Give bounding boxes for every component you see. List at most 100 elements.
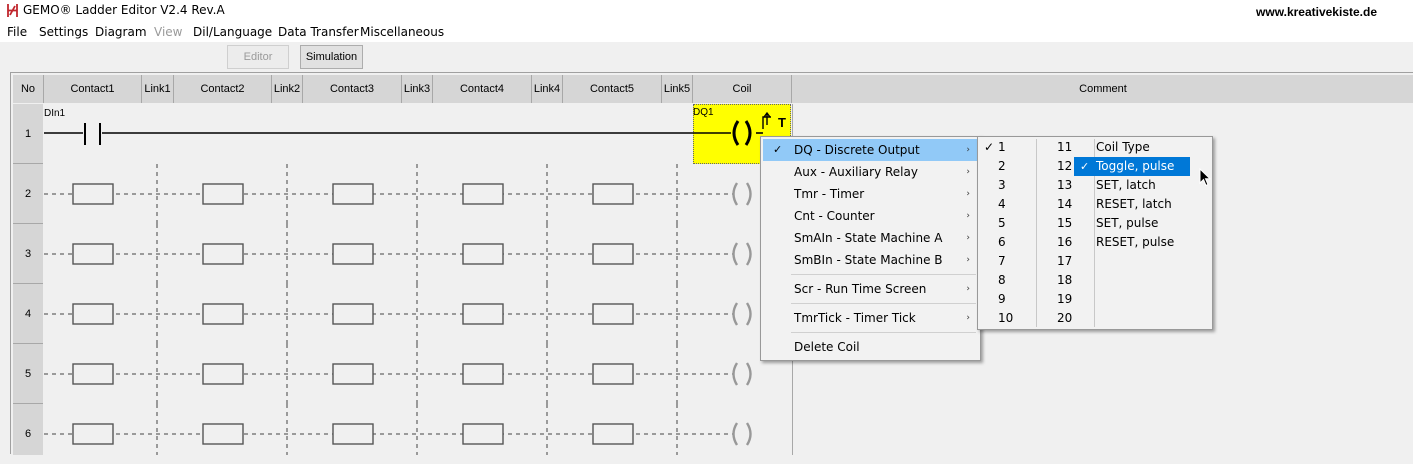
number-item-8[interactable]: 8 [998,271,1006,290]
empty-contact-slot [332,243,374,265]
menu-settings[interactable]: Settings [39,25,88,39]
number-item-19[interactable]: 19 [1057,290,1072,309]
menu-item-timer-tick[interactable]: TmrTick - Timer Tick › [763,307,978,329]
empty-contact-slot [202,183,244,205]
number-item-6[interactable]: 6 [998,233,1006,252]
window-title: GEMO® Ladder Editor V2.4 Rev.A [23,3,225,17]
number-item-13[interactable]: 13 [1057,176,1072,195]
number-item-20[interactable]: 20 [1057,309,1072,328]
chevron-right-icon: › [966,313,970,323]
number-item-17[interactable]: 17 [1057,252,1072,271]
number-item-4[interactable]: 4 [998,195,1006,214]
header-comment: Comment [792,75,1413,103]
menu-file[interactable]: File [7,25,27,39]
ladder-rungs: T [44,111,786,455]
number-item-11[interactable]: 11 [1057,138,1072,157]
empty-contact-slot [462,303,504,325]
coil-submenu: ✓ 1 2 3 4 5 6 7 8 9 10 11 12 13 14 15 16 17 18 19 20 Coil T… [977,136,1213,330]
menu-separator [791,332,976,333]
menu-separator [791,274,976,275]
chevron-right-icon: › [966,284,970,294]
number-item-16[interactable]: 16 [1057,233,1072,252]
empty-contact-slot [592,243,634,265]
empty-contact-slot [592,363,634,385]
menu-separator [791,303,976,304]
coil-type-set-latch[interactable]: SET, latch [1096,176,1156,195]
empty-coil-left [732,242,739,266]
mouse-cursor-icon [1199,168,1211,187]
empty-contact-slot [202,423,244,445]
empty-coil-right [745,302,752,326]
number-item-10[interactable]: 10 [998,309,1013,328]
menu-item-delete-coil[interactable]: Delete Coil [763,336,978,358]
chevron-right-icon: › [966,145,970,155]
menu-item-timer[interactable]: Tmr - Timer › [763,183,978,205]
menu-miscellaneous[interactable]: Miscellaneous [360,25,444,39]
number-item-12[interactable]: 12 [1057,157,1072,176]
number-item-9[interactable]: 9 [998,290,1006,309]
empty-contact-slot [202,363,244,385]
empty-contact-slot [72,243,114,265]
empty-contact-slot [592,423,634,445]
title-bar: GEMO® Ladder Editor V2.4 Rev.A www.kreat… [0,0,1413,22]
number-item-1[interactable]: 1 [998,138,1006,157]
empty-contact-slot [592,183,634,205]
menu-item-state-machine-b[interactable]: SmBIn - State Machine B › [763,249,978,271]
empty-contact-slot [462,243,504,265]
menu-item-state-machine-a[interactable]: SmAIn - State Machine A › [763,227,978,249]
number-item-7[interactable]: 7 [998,252,1006,271]
menu-diagram[interactable]: Diagram [95,25,147,39]
check-icon: ✓ [1080,160,1090,173]
number-item-5[interactable]: 5 [998,214,1006,233]
simulation-button[interactable]: Simulation [300,45,363,69]
chevron-right-icon: › [966,233,970,243]
column-separator [1036,139,1037,327]
editor-button[interactable]: Editor [227,45,289,69]
menu-item-auxiliary-relay[interactable]: Aux - Auxiliary Relay › [763,161,978,183]
empty-coil-right [745,182,752,206]
menu-bar: File Settings Diagram View Dil/Language … [0,22,1413,42]
coil-type-reset-latch[interactable]: RESET, latch [1096,195,1172,214]
number-item-3[interactable]: 3 [998,176,1006,195]
empty-contact-slot [462,423,504,445]
empty-contact-slot [462,363,504,385]
ladder-logo-icon [6,3,19,18]
empty-coil-right [745,362,752,386]
coil-context-menu: ✓ DQ - Discrete Output › Aux - Auxiliary… [760,136,981,361]
number-item-2[interactable]: 2 [998,157,1006,176]
empty-contact-slot [202,303,244,325]
empty-contact-slot [202,243,244,265]
empty-contact-slot [72,423,114,445]
coil-type-heading: Coil Type [1096,140,1150,154]
menu-item-counter[interactable]: Cnt - Counter › [763,205,978,227]
empty-coil-left [732,362,739,386]
coil-flag-text: T [778,115,786,130]
chevron-right-icon: › [966,167,970,177]
empty-coil-right [745,422,752,446]
number-item-18[interactable]: 18 [1057,271,1072,290]
menu-view[interactable]: View [154,25,182,39]
empty-contact-slot [592,303,634,325]
chevron-right-icon: › [966,189,970,199]
empty-coil-right [745,242,752,266]
number-item-15[interactable]: 15 [1057,214,1072,233]
chevron-right-icon: › [966,211,970,221]
empty-contact-slot [332,303,374,325]
empty-coil-left [732,182,739,206]
chevron-right-icon: › [966,255,970,265]
check-icon: ✓ [984,140,995,154]
empty-contact-slot [332,363,374,385]
coil-type-reset-pulse[interactable]: RESET, pulse [1096,233,1174,252]
coil-type-toggle-pulse[interactable]: ✓ Toggle, pulse [1074,157,1190,176]
menu-data-transfer[interactable]: Data Transfer [278,25,359,39]
rung-1 [44,111,771,146]
menu-dil-language[interactable]: Dil/Language [193,25,272,39]
empty-contact-slot [332,183,374,205]
menu-item-run-time-screen[interactable]: Scr - Run Time Screen › [763,278,978,300]
menu-item-discrete-output[interactable]: ✓ DQ - Discrete Output › [763,139,978,161]
empty-contact-slot [462,183,504,205]
coil-type-set-pulse[interactable]: SET, pulse [1096,214,1158,233]
empty-contact-slot [332,423,374,445]
number-item-14[interactable]: 14 [1057,195,1072,214]
check-icon: ✓ [773,143,783,156]
